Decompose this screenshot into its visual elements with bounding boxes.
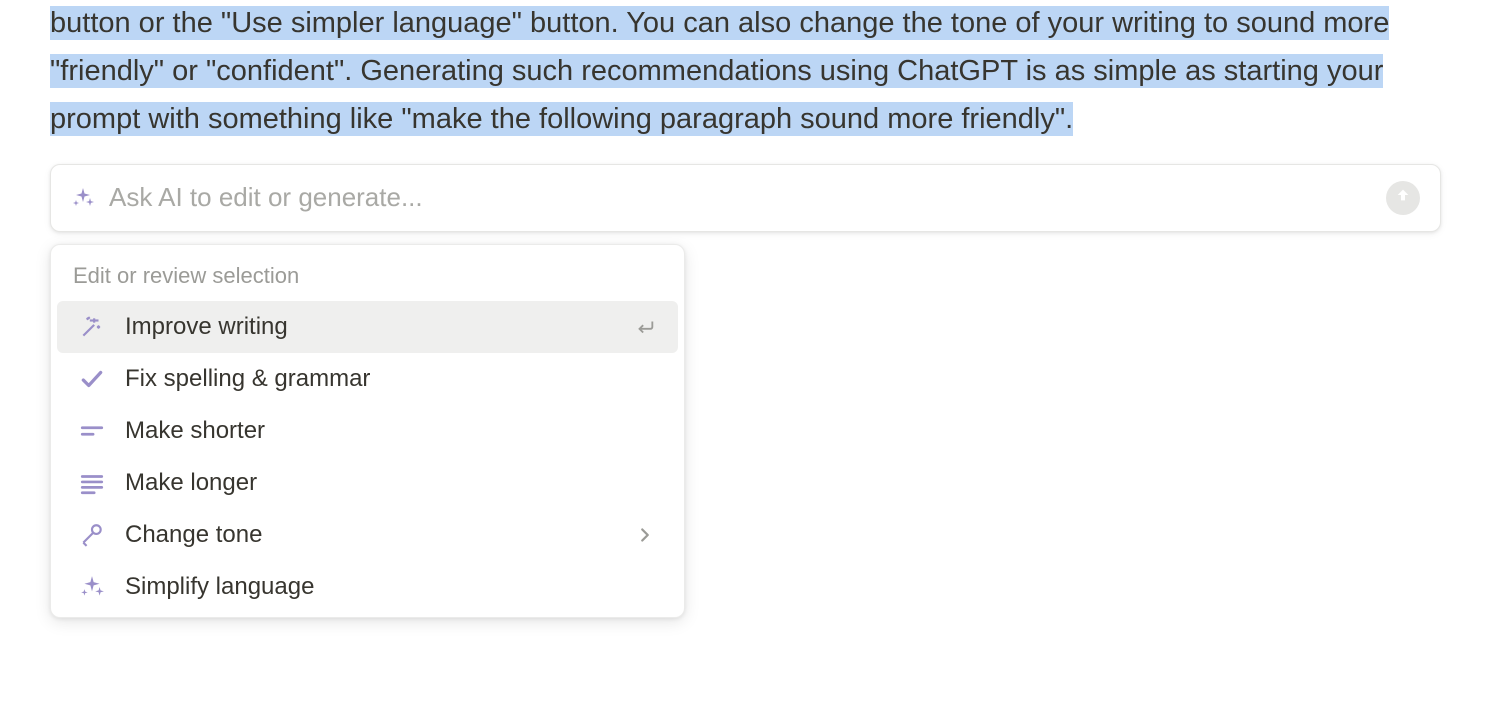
menu-section-header: Edit or review selection — [51, 255, 684, 301]
menu-item-label: Make shorter — [125, 417, 656, 445]
selected-text[interactable]: button or the "Use simpler language" but… — [50, 6, 1389, 136]
menu-item-fix-spelling[interactable]: Fix spelling & grammar — [57, 353, 678, 405]
mic-icon — [79, 522, 105, 548]
menu-item-label: Change tone — [125, 521, 634, 549]
ai-suggestion-menu: Edit or review selection Improve writing — [50, 244, 685, 618]
ai-input-bar — [50, 164, 1441, 232]
check-icon — [79, 366, 105, 392]
sparkle-icon — [79, 574, 105, 600]
menu-item-make-longer[interactable]: Make longer — [57, 457, 678, 509]
longer-icon — [79, 470, 105, 496]
menu-item-label: Improve writing — [125, 313, 634, 341]
sparkle-icon — [71, 186, 95, 210]
shorter-icon — [79, 418, 105, 444]
menu-item-improve-writing[interactable]: Improve writing — [57, 301, 678, 353]
chevron-right-icon — [634, 524, 656, 546]
menu-item-change-tone[interactable]: Change tone — [57, 509, 678, 561]
menu-item-label: Simplify language — [125, 573, 656, 601]
wand-icon — [79, 314, 105, 340]
arrow-up-icon — [1395, 187, 1411, 208]
menu-item-label: Make longer — [125, 469, 656, 497]
menu-item-make-shorter[interactable]: Make shorter — [57, 405, 678, 457]
menu-item-label: Fix spelling & grammar — [125, 365, 656, 393]
submit-button[interactable] — [1386, 181, 1420, 215]
menu-item-simplify-language[interactable]: Simplify language — [57, 561, 678, 613]
ai-prompt-input[interactable] — [109, 182, 1386, 213]
document-text: button or the "Use simpler language" but… — [0, 0, 1491, 144]
enter-icon — [634, 316, 656, 338]
